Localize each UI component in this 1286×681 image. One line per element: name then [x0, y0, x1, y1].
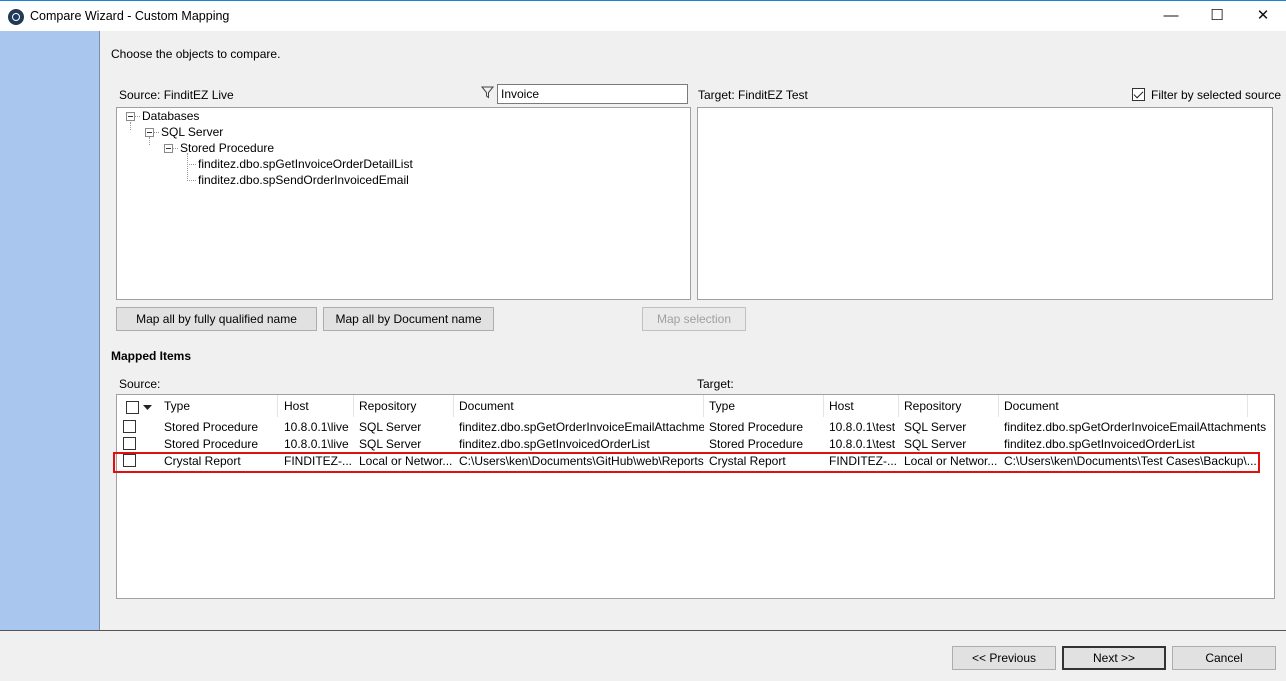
source-filter-input[interactable] — [497, 84, 688, 104]
cell-target-host: 10.8.0.1\test — [829, 420, 896, 434]
cell-source-type: Stored Procedure — [164, 420, 259, 434]
cell-target-repository: SQL Server — [904, 420, 967, 434]
wizard-sidebar — [0, 31, 100, 631]
cell-target-type: Stored Procedure — [709, 420, 804, 434]
table-row[interactable]: Stored Procedure 10.8.0.1\live SQL Serve… — [117, 419, 1274, 436]
target-label: Target: FinditEZ Test — [698, 88, 808, 102]
tree-node-stored-procedure[interactable]: Stored Procedure — [180, 141, 274, 155]
tree-node-databases[interactable]: Databases — [142, 109, 199, 123]
collapse-stored-procedure-icon[interactable] — [164, 144, 173, 153]
target-tree-panel[interactable] — [697, 107, 1273, 300]
tree-node-procedure[interactable]: finditez.dbo.spSendOrderInvoicedEmail — [198, 173, 409, 187]
cell-target-document: finditez.dbo.spGetInvoicedOrderList — [1004, 437, 1195, 451]
column-header-source-document[interactable]: Document — [454, 395, 704, 417]
column-header-target-document[interactable]: Document — [999, 395, 1248, 417]
row-checkbox[interactable] — [123, 437, 136, 450]
close-button[interactable]: ✕ — [1240, 1, 1286, 31]
source-label: Source: FinditEZ Live — [119, 88, 234, 102]
cell-source-repository: SQL Server — [359, 437, 422, 451]
mapped-source-label: Source: — [119, 377, 161, 391]
window-title: Compare Wizard - Custom Mapping — [30, 9, 230, 23]
footer-divider — [0, 630, 1286, 631]
cell-target-repository: SQL Server — [904, 437, 967, 451]
cell-source-repository: SQL Server — [359, 420, 422, 434]
table-row[interactable]: Stored Procedure 10.8.0.1\live SQL Serve… — [117, 436, 1274, 453]
instruction-text: Choose the objects to compare. — [111, 47, 281, 61]
cell-target-type: Stored Procedure — [709, 437, 804, 451]
collapse-sql-server-icon[interactable] — [145, 128, 154, 137]
filter-by-source-checkbox[interactable] — [1132, 88, 1145, 101]
maximize-button[interactable]: ☐ — [1194, 1, 1240, 31]
map-by-document-name-button[interactable]: Map all by Document name — [323, 307, 494, 331]
cell-target-document: finditez.dbo.spGetOrderInvoiceEmailAttac… — [1004, 420, 1267, 434]
grid-header: Type Host Repository Document Type Host … — [117, 395, 1274, 417]
cell-source-document: finditez.dbo.spGetInvoicedOrderList — [459, 437, 650, 451]
highlighted-row-outline — [113, 452, 1260, 473]
cell-source-type: Stored Procedure — [164, 437, 259, 451]
title-bar: Compare Wizard - Custom Mapping — ☐ ✕ — [0, 0, 1286, 31]
next-button[interactable]: Next >> — [1062, 646, 1166, 670]
tree-node-sql-server[interactable]: SQL Server — [161, 125, 223, 139]
map-by-qualified-name-button[interactable]: Map all by fully qualified name — [116, 307, 317, 331]
column-header-target-type[interactable]: Type — [704, 395, 824, 417]
column-header-target-repository[interactable]: Repository — [899, 395, 999, 417]
map-selection-button[interactable]: Map selection — [642, 307, 746, 331]
filter-icon — [481, 86, 494, 99]
tree-node-procedure[interactable]: finditez.dbo.spGetInvoiceOrderDetailList — [198, 157, 413, 171]
cancel-button[interactable]: Cancel — [1172, 646, 1276, 670]
select-all-checkbox[interactable] — [126, 401, 139, 414]
mapped-items-heading: Mapped Items — [111, 349, 192, 363]
mapped-target-label: Target: — [697, 377, 734, 391]
previous-button[interactable]: << Previous — [952, 646, 1056, 670]
row-checkbox[interactable] — [123, 420, 136, 433]
collapse-databases-icon[interactable] — [126, 112, 135, 121]
chevron-down-icon[interactable] — [143, 405, 152, 410]
filter-by-source-label: Filter by selected source — [1151, 88, 1282, 102]
column-header-source-repository[interactable]: Repository — [354, 395, 454, 417]
cell-source-document: finditez.dbo.spGetOrderInvoiceEmailAttac… — [459, 420, 704, 434]
cell-target-host: 10.8.0.1\test — [829, 437, 896, 451]
column-header-source-host[interactable]: Host — [279, 395, 354, 417]
column-header-target-host[interactable]: Host — [824, 395, 899, 417]
cell-source-host: 10.8.0.1\live — [284, 420, 349, 434]
app-logo-icon — [8, 9, 24, 25]
cell-source-host: 10.8.0.1\live — [284, 437, 349, 451]
minimize-button[interactable]: — — [1148, 1, 1194, 31]
column-header-source-type[interactable]: Type — [159, 395, 278, 417]
